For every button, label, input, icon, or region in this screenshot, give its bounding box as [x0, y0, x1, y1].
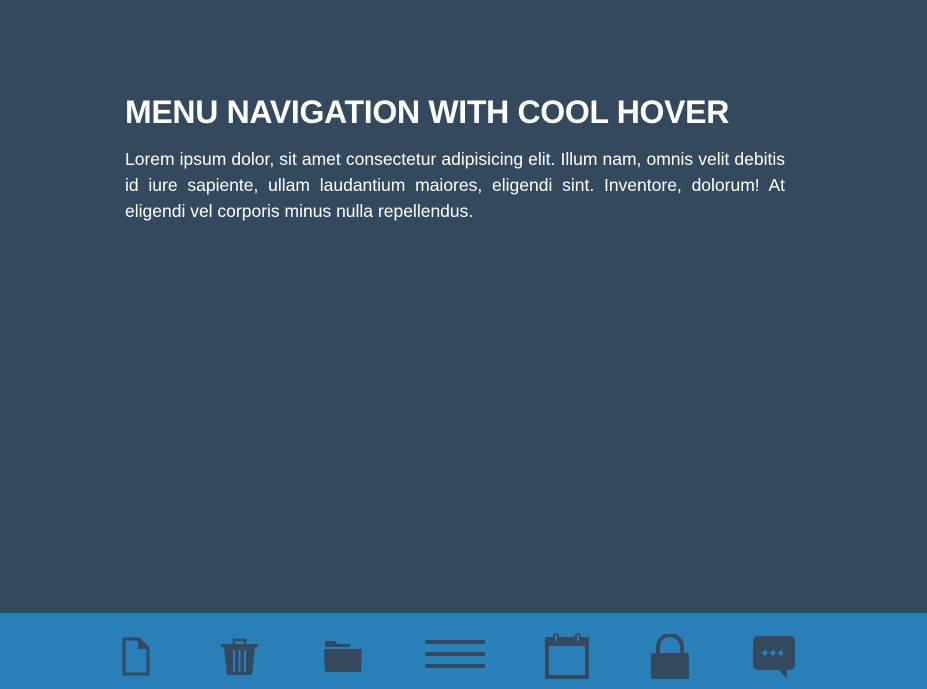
nav-item-calendar[interactable]: [544, 633, 590, 679]
nav-item-trash[interactable]: [221, 637, 258, 677]
main-content: MENU NAVIGATION WITH COOL HOVER Lorem ip…: [125, 92, 785, 224]
nav-item-chat[interactable]: [752, 636, 796, 680]
bottom-nav-bar: [0, 613, 927, 689]
nav-item-menu[interactable]: [425, 640, 485, 668]
nav-item-folder[interactable]: [323, 640, 363, 674]
page-title: MENU NAVIGATION WITH COOL HOVER: [125, 94, 730, 130]
menu-icon: [425, 640, 485, 668]
chat-icon: [753, 636, 795, 679]
nav-item-file[interactable]: [121, 637, 151, 677]
intro-paragraph: Lorem ipsum dolor, sit amet consectetur …: [125, 149, 785, 221]
folder-icon: [324, 641, 362, 672]
trash-icon: [221, 638, 258, 675]
lock-icon: [651, 634, 689, 679]
file-icon: [122, 637, 150, 676]
nav-item-lock[interactable]: [650, 634, 690, 679]
calendar-icon: [545, 633, 589, 679]
